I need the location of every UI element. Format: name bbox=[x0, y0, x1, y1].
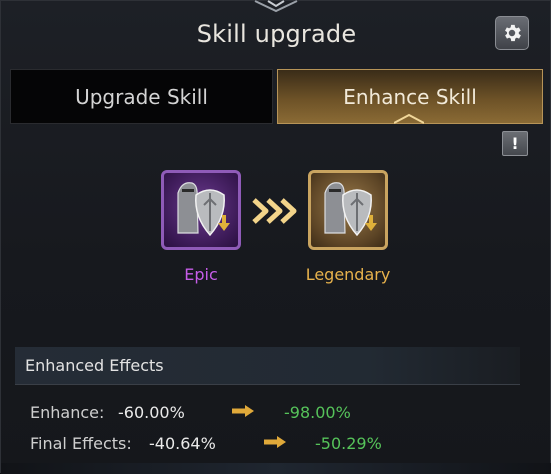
divider bbox=[15, 384, 520, 385]
skill-upgrade-panel: Skill upgrade Upgrade Skill Enhance Skil… bbox=[0, 0, 551, 474]
tab-upgrade-skill[interactable]: Upgrade Skill bbox=[10, 69, 273, 124]
effect-label-enhance: Enhance: bbox=[30, 403, 105, 422]
arrow-right-icon bbox=[264, 436, 286, 448]
skill-icon-legendary[interactable] bbox=[308, 170, 388, 250]
upgrade-arrows-icon bbox=[252, 198, 297, 224]
skill-icon-epic[interactable] bbox=[161, 170, 241, 250]
arrow-right-icon bbox=[232, 405, 254, 417]
effects-header: Enhanced Effects bbox=[15, 347, 520, 384]
effect-new-enhance: -98.00% bbox=[284, 403, 351, 422]
effects-title: Enhanced Effects bbox=[25, 356, 164, 375]
settings-button[interactable] bbox=[495, 16, 529, 50]
knight-shield-icon bbox=[177, 182, 230, 237]
page-title: Skill upgrade bbox=[196, 20, 357, 48]
effect-old-final: -40.64% bbox=[149, 434, 216, 453]
bottom-edge bbox=[1, 463, 551, 474]
active-tab-indicator bbox=[394, 113, 424, 124]
effect-new-final: -50.29% bbox=[315, 434, 382, 453]
info-button[interactable]: ! bbox=[502, 131, 528, 156]
grade-label-legendary: Legendary bbox=[305, 265, 391, 284]
top-ornament-icon bbox=[254, 0, 298, 13]
gear-icon bbox=[505, 24, 521, 42]
effect-label-final: Final Effects: bbox=[30, 434, 132, 453]
knight-shield-icon bbox=[324, 182, 377, 237]
effect-old-enhance: -60.00% bbox=[118, 403, 185, 422]
grade-label-epic: Epic bbox=[184, 265, 218, 284]
